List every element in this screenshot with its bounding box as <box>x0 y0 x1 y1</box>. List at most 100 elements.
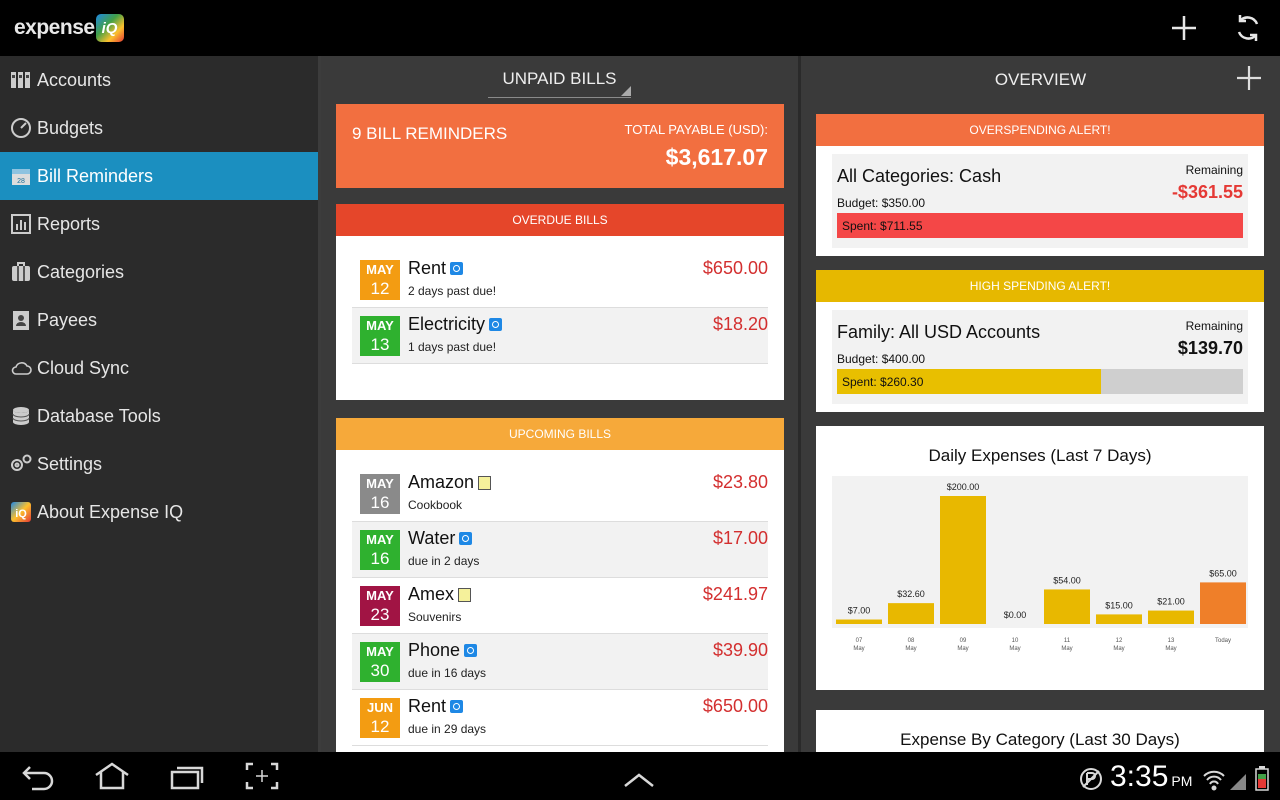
daily-expenses-card[interactable]: Daily Expenses (Last 7 Days) $7.00 07 May $… <box>816 426 1264 690</box>
sidebar-item-accounts[interactable]: Accounts <box>0 56 318 104</box>
overview-column: OVERVIEW OVERSPENDING ALERT! All Categor… <box>801 56 1280 752</box>
bills-column: UNPAID BILLS 9 BILL REMINDERS TOTAL PAYA… <box>321 56 798 752</box>
chevron-up-icon[interactable] <box>622 766 656 796</box>
high-spending-alert-card[interactable]: HIGH SPENDING ALERT! Family: All USD Acc… <box>816 270 1264 412</box>
daily-expenses-chart: $7.00 07 May $32.60 08 May $200.00 09 May $0.00 10… <box>832 476 1248 652</box>
accounts-icon <box>9 68 33 92</box>
sidebar-item-budgets[interactable]: Budgets <box>0 104 318 152</box>
recent-apps-icon[interactable] <box>168 761 206 791</box>
battery-icon <box>1255 766 1269 791</box>
bill-row[interactable]: MAY 30 Phone due in 16 days $39.90 <box>352 634 768 690</box>
chart-tick-sublabel-6: May <box>1165 646 1176 652</box>
alert-remaining-label: Remaining <box>1185 319 1243 333</box>
chart-bar-2 <box>940 496 986 624</box>
calendar-icon: 28 <box>9 164 33 188</box>
bill-month: MAY <box>366 476 394 491</box>
chart-tick-sublabel-3: May <box>1009 646 1020 652</box>
sidebar-item-categories[interactable]: Categories <box>0 248 318 296</box>
bill-subtitle: 2 days past due! <box>408 284 497 298</box>
chart-bar-0 <box>836 619 882 624</box>
bill-name: Electricity <box>408 314 486 334</box>
payees-icon <box>9 308 33 332</box>
bill-day: 16 <box>370 549 390 568</box>
chart-value-label-7: $65.00 <box>1209 568 1237 578</box>
bill-row[interactable]: MAY 16 Water due in 2 days $17.00 <box>352 522 768 578</box>
home-icon[interactable] <box>92 761 132 791</box>
overdue-bills-card: OVERDUE BILLS MAY 12 Rent 2 days past due! $… <box>336 204 784 400</box>
bill-day: 13 <box>370 335 390 354</box>
refresh-icon[interactable] <box>1232 12 1264 44</box>
recurring-icon <box>489 318 503 331</box>
chart-bar-5 <box>1096 614 1142 624</box>
chart-tick-sublabel-5: May <box>1113 646 1124 652</box>
alert-budget: Budget: $350.00 <box>837 196 926 210</box>
svg-text:iQ: iQ <box>15 508 27 520</box>
settings-icon <box>9 452 33 476</box>
bill-amount: $39.90 <box>712 640 768 660</box>
total-payable-label: TOTAL PAYABLE (USD): <box>624 122 768 137</box>
back-icon[interactable] <box>20 761 56 791</box>
overspending-alert-body: All Categories: Cash Remaining -$361.55 … <box>832 154 1248 248</box>
status-clock: 3:35 PM <box>1110 760 1192 794</box>
recurring-icon <box>459 532 473 545</box>
add-icon[interactable] <box>1168 12 1200 44</box>
bill-row[interactable]: MAY 16 Amazon Cookbook $23.80 <box>352 466 768 522</box>
bill-row[interactable]: MAY 23 Amex Souvenirs $241.97 <box>352 578 768 634</box>
sidebar-item-cloud-sync[interactable]: Cloud Sync <box>0 344 318 392</box>
bills-summary: 9 BILL REMINDERS TOTAL PAYABLE (USD): $3… <box>336 104 784 188</box>
bill-date: MAY 16 <box>360 530 400 570</box>
screenshot-icon[interactable] <box>244 761 280 791</box>
overspending-alert-header: OVERSPENDING ALERT! <box>816 114 1264 146</box>
sidebar-item-label: Categories <box>37 261 125 282</box>
high-spending-alert-header: HIGH SPENDING ALERT! <box>816 270 1264 302</box>
chart-value-label-1: $32.60 <box>897 589 925 599</box>
bill-row[interactable]: MAY 13 Electricity 1 days past due! $18.20 <box>352 308 768 364</box>
system-navigation-bar <box>0 752 1280 800</box>
clock-ampm: PM <box>1171 773 1193 789</box>
chart-value-label-2: $200.00 <box>947 482 980 492</box>
bill-name: Amazon <box>408 472 475 492</box>
expense-by-category-card[interactable]: Expense By Category (Last 30 Days) <box>816 710 1264 752</box>
bill-amount: $241.97 <box>702 584 768 604</box>
alert-title: All Categories: Cash <box>837 166 1002 186</box>
bill-date: MAY 23 <box>360 586 400 626</box>
bill-date: MAY 30 <box>360 642 400 682</box>
upcoming-bills-card: UPCOMING BILLS MAY 16 Amazon Cookbook $23.80… <box>336 418 784 752</box>
bill-name-wrap: Water <box>408 528 473 549</box>
bill-row[interactable]: JUN 12 Rent due in 29 days $650.00 <box>352 690 768 746</box>
bill-month: MAY <box>366 318 394 333</box>
sidebar-item-label: Cloud Sync <box>37 357 130 378</box>
overdue-bills-header: OVERDUE BILLS <box>336 204 784 236</box>
sidebar-item-label: Budgets <box>37 117 104 138</box>
sidebar-item-database-tools[interactable]: Database Tools <box>0 392 318 440</box>
sidebar-item-label: Database Tools <box>37 405 161 426</box>
sidebar-item-payees[interactable]: Payees <box>0 296 318 344</box>
add-widget-icon[interactable] <box>1236 65 1262 97</box>
sidebar-item-bill-reminders[interactable]: 28 Bill Reminders <box>0 152 318 200</box>
bill-subtitle: Cookbook <box>408 498 463 512</box>
bill-amount: $650.00 <box>702 696 768 716</box>
bill-day: 12 <box>370 279 390 298</box>
bill-subtitle: Souvenirs <box>408 610 462 624</box>
bills-filter-dropdown[interactable]: UNPAID BILLS <box>488 69 631 98</box>
overspending-alert-card[interactable]: OVERSPENDING ALERT! All Categories: Cash… <box>816 114 1264 256</box>
high-spending-alert-body: Family: All USD Accounts Remaining $139.… <box>832 310 1248 404</box>
chart-tick-label-0: 07 <box>856 638 863 644</box>
bill-count: 9 BILL REMINDERS <box>352 124 508 143</box>
sidebar-item-label: Bill Reminders <box>37 165 154 186</box>
categories-icon <box>9 260 33 284</box>
bill-amount: $17.00 <box>712 528 768 548</box>
chart-bar-6 <box>1148 610 1194 624</box>
bill-name-wrap: Rent <box>408 258 464 279</box>
wifi-icon <box>1203 770 1225 791</box>
sidebar-item-label: About Expense IQ <box>37 501 184 522</box>
sidebar-item-settings[interactable]: Settings <box>0 440 318 488</box>
bill-day: 23 <box>370 605 390 624</box>
bill-row[interactable]: MAY 12 Rent 2 days past due! $650.00 <box>352 252 768 308</box>
sidebar-item-reports[interactable]: Reports <box>0 200 318 248</box>
total-payable-value: $3,617.07 <box>665 144 768 170</box>
bill-name: Phone <box>408 640 461 660</box>
recurring-icon <box>450 262 464 275</box>
sidebar-item-about-expense-iq[interactable]: iQ About Expense IQ <box>0 488 318 536</box>
navigation-drawer: Accounts Budgets 28 Bill Reminders Reports Ca… <box>0 56 318 752</box>
